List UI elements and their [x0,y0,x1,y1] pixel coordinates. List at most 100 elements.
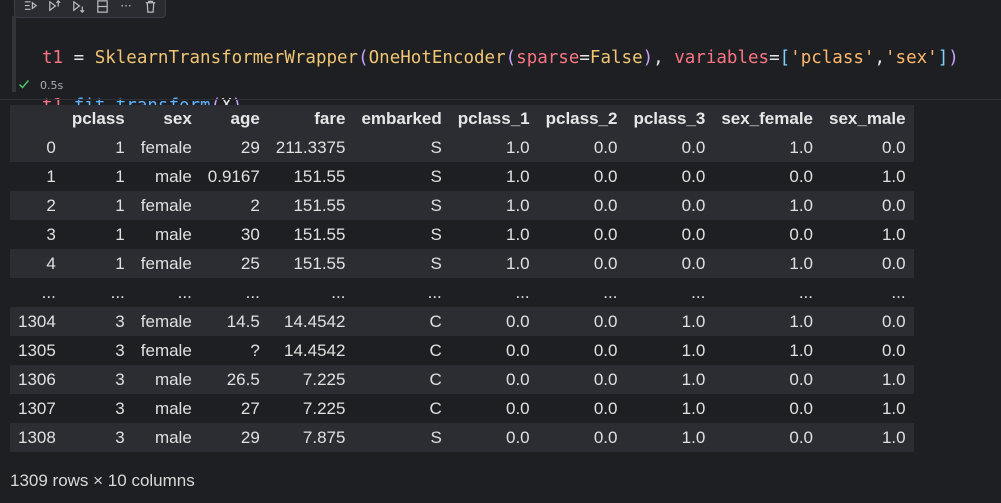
table-cell: 0.0 [537,365,626,394]
table-cell: 1 [63,133,133,162]
table-cell: ... [713,278,821,307]
table-cell: 3 [63,336,133,365]
row-index: 0 [10,133,64,162]
table-row: 3 1 male 30 151.55 S 1.0 0.0 0.0 0.0 1.0 [10,220,914,249]
table-cell: S [353,191,450,220]
table-cell: female [132,336,200,365]
table-cell: male [132,220,200,249]
table-cell: 0.0 [713,162,821,191]
execute-below-icon[interactable] [69,0,87,15]
table-cell: female [132,133,200,162]
table-cell: S [353,220,450,249]
table-cell: ... [353,278,450,307]
table-cell: ... [132,278,200,307]
table-cell: 29 [199,423,268,452]
table-row: 1305 3 female? 14.4542 C 0.0 0.0 1.0 1.0 0.0 [10,336,914,365]
table-cell: 0.0 [713,423,821,452]
table-cell: 0.0 [625,220,714,249]
delete-cell-icon[interactable] [141,0,159,15]
table-cell: 1.0 [821,220,914,249]
row-index: 1306 [10,365,64,394]
code-token: variables [674,48,770,68]
run-by-line-icon[interactable] [21,0,39,15]
table-cell: 3 [63,307,133,336]
dataframe-summary: 1309 rows × 10 columns [10,471,195,490]
table-cell: female [132,249,200,278]
code-token: = [579,48,590,68]
code-token: 'pclass' [790,48,875,68]
table-row: 1307 3 male 27 7.225 C 0.0 0.0 1.0 0.0 1.0 [10,394,914,423]
code-token: , [874,48,885,68]
table-cell: 1.0 [821,423,914,452]
column-header: sex_female [713,105,821,133]
code-token: = [769,48,780,68]
column-header: sex [132,105,200,133]
table-cell: 0.9167 [199,162,268,191]
table-cell: male [132,423,200,452]
table-cell: 1.0 [449,249,538,278]
more-actions-icon[interactable]: ··· [117,0,135,15]
table-cell: S [353,133,450,162]
table-cell: 0.0 [625,162,714,191]
code-token: t1 [42,48,64,68]
row-index: ... [10,278,64,307]
column-header: fare [267,105,354,133]
table-cell: 1.0 [713,336,821,365]
table-cell: S [353,162,450,191]
table-cell: 7.225 [267,365,354,394]
table-cell: 0.0 [537,133,626,162]
table-cell: 1.0 [713,249,821,278]
split-cell-icon[interactable] [93,0,111,15]
execute-above-icon[interactable] [45,0,63,15]
row-index: 1304 [10,307,64,336]
table-cell: 1.0 [449,133,538,162]
table-cell: 0.0 [625,133,714,162]
column-header: age [199,105,268,133]
table-cell: 14.4542 [267,307,354,336]
table-row: 4 1 female 25 151.55 S 1.0 0.0 0.0 1.0 0.0 [10,249,914,278]
table-cell: 151.55 [267,220,354,249]
table-cell: 14.4542 [267,336,354,365]
table-cell: C [353,307,450,336]
table-cell: 0.0 [537,249,626,278]
column-header: sex_male [821,105,914,133]
table-cell: 29 [199,133,268,162]
table-row: 2 1 female 2 151.55 S 1.0 0.0 0.0 1.0 0.0 [10,191,914,220]
table-cell: 14.5 [199,307,268,336]
table-cell: 0.0 [449,365,538,394]
table-cell: 151.55 [267,162,354,191]
table-row: ................................. [10,278,914,307]
code-token: 'sex' [885,48,938,68]
table-cell: 1.0 [821,365,914,394]
table-cell: ... [63,278,133,307]
table-cell: 3 [63,365,133,394]
table-cell: 211.3375 [267,133,354,162]
output-divider [0,99,1001,100]
table-row: 1308 3 male 29 7.875 S 0.0 0.0 1.0 0.0 1.0 [10,423,914,452]
table-cell: 1.0 [713,191,821,220]
code-token: SklearnTransformerWrapper [94,48,359,68]
table-cell: ... [449,278,538,307]
table-cell: 0.0 [821,307,914,336]
table-cell: C [353,365,450,394]
table-cell: 3 [63,423,133,452]
code-token: ) [642,48,654,68]
code-token: ] [937,48,949,68]
table-cell: 1.0 [625,365,714,394]
table-cell: female [132,307,200,336]
table-cell: 0.0 [449,336,538,365]
code-token: ( [358,48,369,68]
table-cell: 3 [63,394,133,423]
table-cell: C [353,394,450,423]
table-cell: 7.875 [267,423,354,452]
table-cell: 1.0 [625,307,714,336]
code-token: OneHotEncoder [368,48,506,68]
table-cell: 1.0 [713,307,821,336]
row-index: 1305 [10,336,64,365]
row-index: 1 [10,162,64,191]
row-index: 4 [10,249,64,278]
code-token: False [589,48,643,68]
code-token: ( [505,48,517,68]
table-cell: 1 [63,249,133,278]
table-cell: female [132,191,200,220]
